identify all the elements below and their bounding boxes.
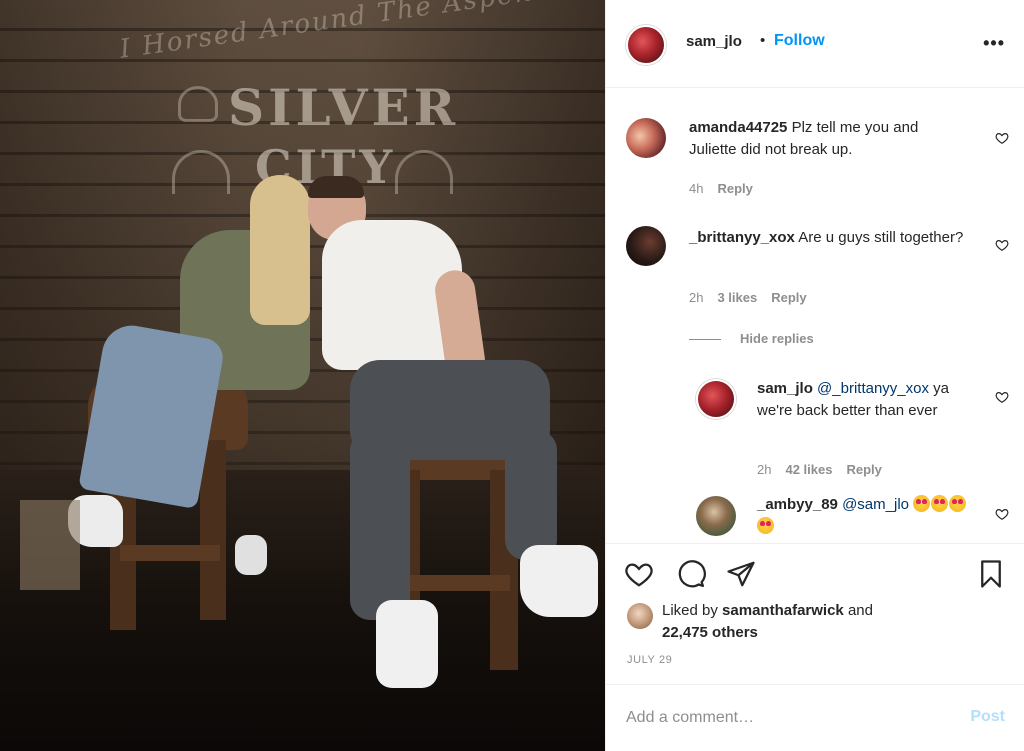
add-comment-input[interactable] (626, 707, 946, 729)
comment-text: Are u guys still together? (798, 229, 964, 246)
comment-item: amanda44725 Plz tell me you and Juliette… (689, 117, 969, 161)
follow-button[interactable]: Follow (774, 32, 825, 50)
reply-like-heart-icon[interactable] (995, 507, 1009, 521)
comment-likes-count[interactable]: 3 likes (717, 290, 757, 305)
post-header: sam_jlo • Follow ••• (606, 0, 1024, 88)
author-username[interactable]: sam_jlo (686, 33, 742, 50)
post-comment-button[interactable]: Post (970, 708, 1005, 726)
comment-time: 2h (689, 290, 704, 305)
liked-by-and: and (847, 602, 873, 619)
comment-item: _brittanyy_xox Are u guys still together… (689, 227, 969, 249)
reply-avatar[interactable] (696, 496, 736, 536)
reply-time: 2h (757, 462, 772, 477)
post-photo[interactable]: I Horsed Around The Aspen SILVER CITY (0, 0, 605, 751)
sign-horse-head-icon (178, 86, 218, 122)
comment-meta: 4h Reply (689, 181, 753, 196)
liker-avatar[interactable] (627, 603, 653, 629)
comment-like-heart-icon[interactable] (995, 238, 1009, 252)
reply-like-heart-icon[interactable] (995, 390, 1009, 404)
reply-item: _ambyy_89 @sam_jlo 😍😍😍😍 (757, 494, 982, 538)
add-comment-bar: Post (606, 684, 1024, 751)
reply-button[interactable]: Reply (717, 181, 752, 196)
share-icon[interactable] (726, 559, 756, 589)
comment-time: 4h (689, 181, 704, 196)
heart-icon[interactable] (624, 559, 654, 589)
reply-likes-count[interactable]: 42 likes (785, 462, 832, 477)
sneaker-man-left (376, 600, 438, 688)
reply-button[interactable]: Reply (771, 290, 806, 305)
reply-item: sam_jlo @_brittanyy_xox ya we're back be… (757, 378, 977, 422)
reply-mention[interactable]: @_brittanyy_xox (817, 380, 929, 397)
reply-mention[interactable]: @sam_jlo (842, 496, 909, 513)
reply-username[interactable]: _ambyy_89 (757, 496, 838, 513)
reply-avatar[interactable] (696, 379, 736, 419)
author-avatar[interactable] (626, 25, 666, 65)
comments-list[interactable]: amanda44725 Plz tell me you and Juliette… (606, 89, 1024, 543)
post-date[interactable]: JULY 29 (627, 654, 672, 666)
reply-username[interactable]: sam_jlo (757, 380, 813, 397)
person-woman-hair (250, 175, 310, 325)
sneaker-man-right (520, 545, 598, 617)
comment-username[interactable]: amanda44725 (689, 119, 787, 136)
replies-divider (689, 339, 721, 340)
comment-icon[interactable] (676, 559, 706, 589)
bookmark-icon[interactable] (976, 559, 1006, 589)
post-sidebar: sam_jlo • Follow ••• amanda44725 Plz tel… (605, 0, 1024, 751)
liked-by-summary: Liked by samanthafarwick and 22,475 othe… (662, 600, 1002, 644)
liked-by-prefix: Liked by (662, 602, 718, 619)
reply-button[interactable]: Reply (846, 462, 881, 477)
paper-bag (20, 500, 80, 590)
post-actions: Liked by samanthafarwick and 22,475 othe… (606, 543, 1024, 684)
hide-replies-button[interactable]: Hide replies (740, 331, 814, 346)
sign-silver-text: SILVER (228, 78, 460, 137)
more-options-icon[interactable]: ••• (983, 33, 1005, 54)
header-separator: • (760, 32, 766, 49)
comment-username[interactable]: _brittanyy_xox (689, 229, 795, 246)
likes-count[interactable]: 22,475 others (662, 624, 758, 641)
comment-like-heart-icon[interactable] (995, 131, 1009, 145)
commenter-avatar[interactable] (626, 118, 666, 158)
liked-by-user[interactable]: samanthafarwick (722, 602, 844, 619)
comment-meta: 2h 3 likes Reply (689, 290, 807, 305)
reply-meta: 2h 42 likes Reply (757, 462, 882, 477)
commenter-avatar[interactable] (626, 226, 666, 266)
